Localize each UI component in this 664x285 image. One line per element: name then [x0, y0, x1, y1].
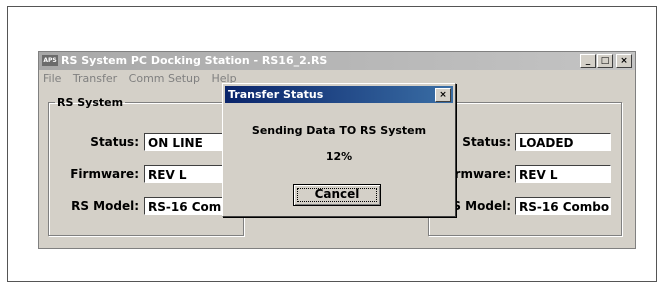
left-model-label: RS Model: — [71, 199, 139, 213]
menu-file[interactable]: File — [43, 72, 61, 85]
minimize-button[interactable]: _ — [580, 54, 596, 68]
left-firmware-label: Firmware: — [70, 167, 139, 181]
transfer-message: Sending Data TO RS System — [251, 124, 427, 137]
right-model-field[interactable]: RS-16 Combo — [515, 197, 611, 215]
transfer-progress-percent: 12% — [325, 150, 353, 163]
close-button[interactable]: × — [616, 54, 632, 68]
right-firmware-field[interactable]: REV L — [515, 165, 611, 183]
main-window-titlebar[interactable]: APS RS System PC Docking Station - RS16_… — [39, 52, 635, 70]
dialog-title: Transfer Status — [228, 88, 324, 101]
menu-transfer[interactable]: Transfer — [73, 72, 117, 85]
dialog-titlebar[interactable]: Transfer Status × — [225, 86, 453, 103]
app-icon: APS — [42, 55, 58, 66]
rs-system-group: RS System Status: ON LINE Firmware: REV … — [48, 96, 244, 236]
left-status-label: Status: — [90, 135, 139, 149]
cancel-button[interactable]: Cancel — [293, 184, 381, 206]
transfer-status-dialog: Transfer Status × Sending Data TO RS Sys… — [222, 83, 456, 217]
right-group: e Status: LOADED Firmware: REV L RS Mode… — [428, 96, 622, 236]
window-title: RS System PC Docking Station - RS16_2.RS — [61, 54, 328, 67]
maximize-button[interactable]: □ — [597, 54, 613, 68]
right-status-field[interactable]: LOADED — [515, 133, 611, 151]
window-controls: _ □ × — [579, 54, 632, 68]
dialog-close-button[interactable]: × — [435, 88, 451, 102]
rs-system-group-title: RS System — [57, 96, 124, 109]
menu-comm-setup[interactable]: Comm Setup — [129, 72, 200, 85]
